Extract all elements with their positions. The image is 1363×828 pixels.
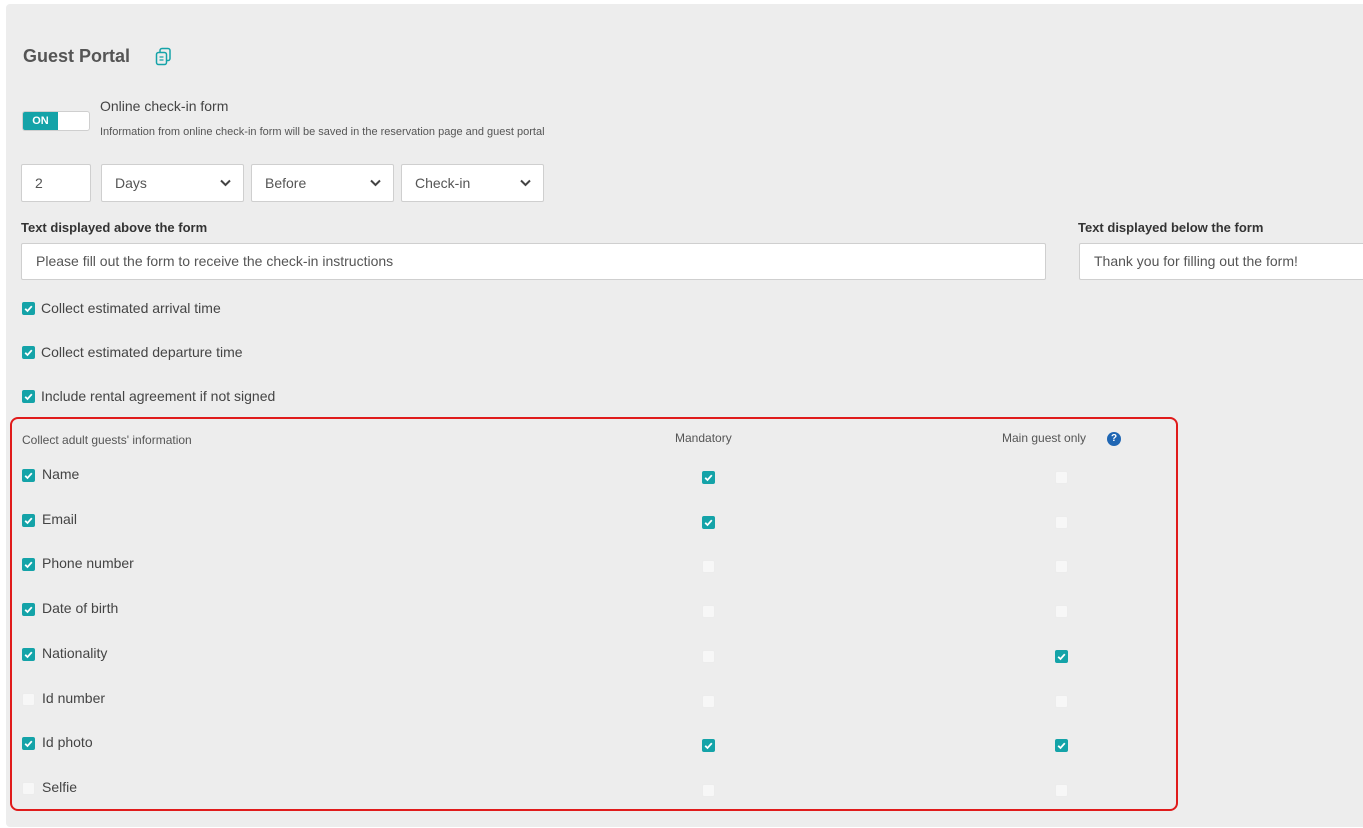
guest-info-row bbox=[16, 728, 1166, 758]
text-above-label: Text displayed above the form bbox=[21, 220, 208, 235]
mandatory-checkbox[interactable] bbox=[702, 650, 715, 663]
online-checkin-toggle[interactable]: ON bbox=[22, 111, 90, 131]
mandatory-checkbox[interactable] bbox=[702, 516, 715, 529]
mandatory-checkbox[interactable] bbox=[702, 784, 715, 797]
text-above-value: Please fill out the form to receive the … bbox=[36, 253, 394, 269]
guest-info-row bbox=[16, 773, 1166, 803]
guest-info-label: Id number bbox=[42, 690, 106, 706]
mandatory-checkbox[interactable] bbox=[702, 739, 715, 752]
guest-info-label: Email bbox=[42, 511, 78, 527]
guest-info-label: Phone number bbox=[42, 555, 134, 571]
text-below-input[interactable]: Thank you for filling out the form! bbox=[1079, 243, 1363, 280]
guest-info-label: Name bbox=[42, 466, 80, 482]
mandatory-checkbox[interactable] bbox=[702, 605, 715, 618]
relation-select[interactable]: Before bbox=[251, 164, 394, 202]
unit-select-value: Days bbox=[115, 175, 147, 191]
guest-info-label: Nationality bbox=[42, 645, 108, 661]
option-label: Collect estimated arrival time bbox=[41, 300, 221, 316]
collect-checkbox[interactable] bbox=[22, 648, 35, 661]
text-below-label: Text displayed below the form bbox=[1078, 220, 1264, 235]
main-guest-only-checkbox[interactable] bbox=[1055, 471, 1068, 484]
main-guest-only-checkbox[interactable] bbox=[1055, 739, 1068, 752]
days-amount-input[interactable]: 2 bbox=[21, 164, 91, 202]
guest-info-row bbox=[16, 594, 1166, 624]
chevron-down-icon bbox=[220, 179, 231, 187]
main-guest-only-checkbox[interactable] bbox=[1055, 516, 1068, 529]
collect-checkbox[interactable] bbox=[22, 558, 35, 571]
guest-info-label: Date of birth bbox=[42, 600, 119, 616]
collect-checkbox[interactable] bbox=[22, 514, 35, 527]
main-guest-only-checkbox[interactable] bbox=[1055, 650, 1068, 663]
collect-checkbox[interactable] bbox=[22, 603, 35, 616]
option-label: Collect estimated departure time bbox=[41, 344, 243, 360]
text-below-value: Thank you for filling out the form! bbox=[1094, 253, 1298, 269]
guest-info-header: Collect adult guests' information bbox=[22, 433, 192, 447]
mandatory-checkbox[interactable] bbox=[702, 695, 715, 708]
collect-checkbox[interactable] bbox=[22, 782, 35, 795]
mandatory-checkbox[interactable] bbox=[702, 471, 715, 484]
event-select-value: Check-in bbox=[415, 175, 471, 191]
guest-info-label: Id photo bbox=[42, 734, 93, 750]
event-select[interactable]: Check-in bbox=[401, 164, 544, 202]
guest-info-row bbox=[16, 505, 1166, 535]
unit-select[interactable]: Days bbox=[101, 164, 244, 202]
guest-info-row bbox=[16, 460, 1166, 490]
option-checkbox[interactable] bbox=[22, 390, 35, 403]
mandatory-header: Mandatory bbox=[675, 431, 732, 445]
online-checkin-help: Information from online check-in form wi… bbox=[100, 126, 545, 138]
option-checkbox[interactable] bbox=[22, 302, 35, 315]
days-amount-value: 2 bbox=[35, 175, 43, 191]
question-circle-icon[interactable]: ? bbox=[1107, 432, 1121, 446]
guest-info-row bbox=[16, 549, 1166, 579]
chevron-down-icon bbox=[520, 179, 531, 187]
toggle-state: ON bbox=[23, 112, 58, 130]
mandatory-checkbox[interactable] bbox=[702, 560, 715, 573]
chevron-down-icon bbox=[370, 179, 381, 187]
section-title: Guest Portal bbox=[23, 46, 131, 66]
relation-select-value: Before bbox=[265, 175, 307, 191]
option-checkbox[interactable] bbox=[22, 346, 35, 359]
collect-checkbox[interactable] bbox=[22, 737, 35, 750]
guest-portal-panel: Guest Portal ON Online check-in form Inf… bbox=[6, 4, 1363, 827]
online-checkin-label: Online check-in form bbox=[100, 98, 229, 114]
collect-checkbox[interactable] bbox=[22, 693, 35, 706]
guest-info-label: Selfie bbox=[42, 779, 78, 795]
main-guest-only-checkbox[interactable] bbox=[1055, 784, 1068, 797]
main-guest-header: Main guest only bbox=[1002, 431, 1087, 445]
option-label: Include rental agreement if not signed bbox=[41, 388, 276, 404]
collect-checkbox[interactable] bbox=[22, 469, 35, 482]
guest-info-row bbox=[16, 684, 1166, 714]
copy-icon[interactable] bbox=[155, 47, 173, 67]
text-above-input[interactable]: Please fill out the form to receive the … bbox=[21, 243, 1046, 280]
main-guest-only-checkbox[interactable] bbox=[1055, 605, 1068, 618]
main-guest-only-checkbox[interactable] bbox=[1055, 560, 1068, 573]
guest-info-row bbox=[16, 639, 1166, 669]
main-guest-only-checkbox[interactable] bbox=[1055, 695, 1068, 708]
